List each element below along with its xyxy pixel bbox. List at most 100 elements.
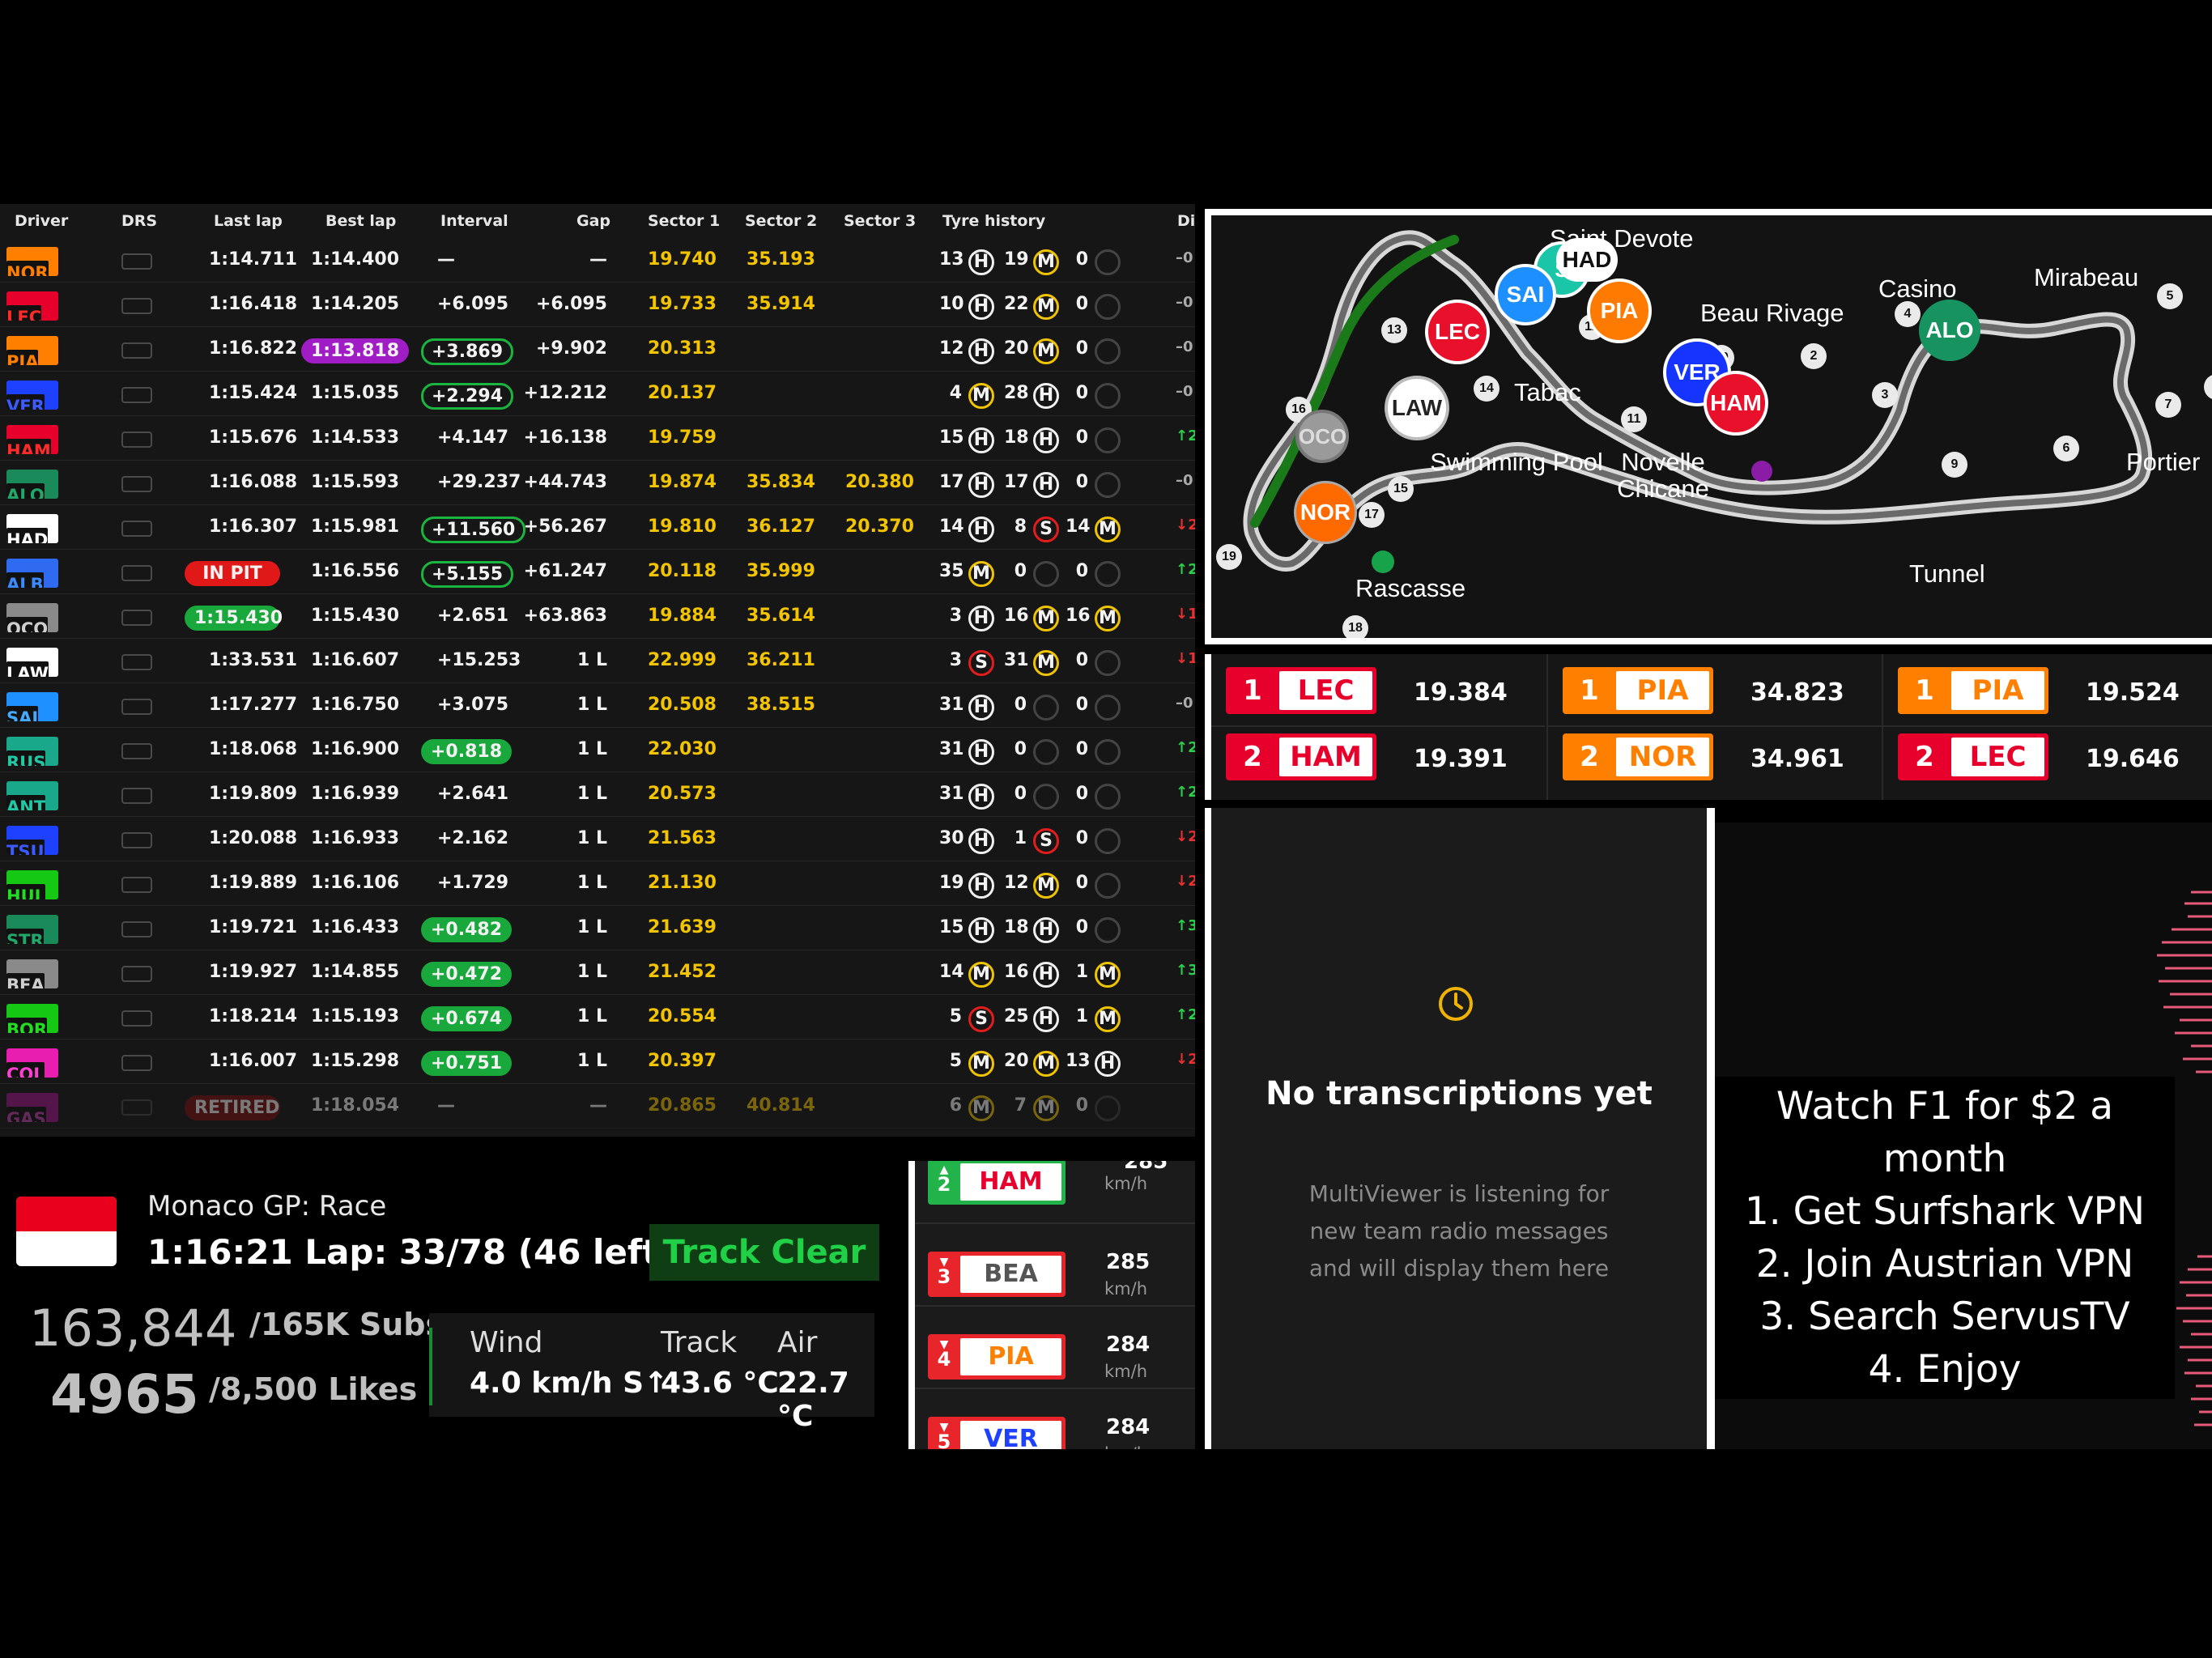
best-lap: 1:16.900 [311,739,400,759]
car-alo[interactable]: ALO [1919,300,1980,361]
driver-badge: ▼ 4 PIA [928,1334,1066,1380]
gap: 1 L [577,828,607,848]
car-pia[interactable]: PIA [1587,278,1652,343]
car-law[interactable]: LAW [1385,376,1449,440]
race-title: Monaco GP: Race [147,1190,387,1222]
driver-badge[interactable]: 7HAD [6,514,58,543]
tyre-laps: 18 [1004,427,1029,448]
speed-trap-row[interactable]: ▼ 3 BEA 285 km/h [915,1224,1195,1307]
table-row[interactable]: 8ALB IN PIT 1:16.556 +5.155 +61.247 20.118 35.… [0,550,1195,594]
col-last-lap[interactable]: Last lap [214,212,283,230]
table-row[interactable]: 11SAI 1:17.277 1:16.750 +3.075 1 L 20.508 38.5… [0,683,1195,728]
table-row[interactable]: 6ALO 1:16.088 1:15.593 +29.237+44.743 19.874… [0,461,1195,505]
driver-badge[interactable]: 6ALO [6,470,58,499]
col-gap[interactable]: Gap [576,212,610,230]
sector1-time: 20.573 [648,784,717,804]
position-delta: ↓1 [1176,650,1195,667]
table-row[interactable]: 10LAW 1:33.531 1:16.607 +15.253 1 L 22.999 36.… [0,639,1195,683]
tyre-laps: 0 [1075,249,1088,270]
speed-trap-row[interactable]: ▼ 4 PIA 284 km/h [915,1307,1195,1389]
driver-badge[interactable]: 9OCO [6,603,58,632]
col-sector2[interactable]: Sector 2 [745,212,817,230]
driver-badge[interactable]: 4VER [6,380,58,410]
sector-leader-second[interactable]: 2 NOR 34.961 [1548,727,1882,800]
sector-leader-second[interactable]: 2 HAM 19.391 [1211,727,1545,800]
table-row[interactable]: 12RUS1:18.0681:16.900+0.8181 L22.03031H0… [0,728,1195,772]
driver-badge[interactable]: 20GAS [6,1093,58,1122]
table-row[interactable]: 20GASRETIRED1:18.054——20.86540.8146M7M0 [0,1084,1195,1129]
interval: +0.482 [421,917,513,942]
driver-badge[interactable]: 17BEA [6,959,58,988]
sector1-time: 20.313 [648,338,717,359]
car-nor[interactable]: NOR [1294,481,1357,544]
col-tyre-history[interactable]: Tyre history [942,212,1045,230]
driver-badge[interactable]: 2LEC [6,291,58,321]
col-interval[interactable]: Interval [440,212,508,230]
sector-leader-first[interactable]: 1 PIA 19.524 [1883,654,2212,727]
driver-badge[interactable]: 11SAI [6,692,58,721]
radio-empty-body: MultiViewer is listening for new team ra… [1308,1180,1610,1282]
drs-indicator [121,1010,152,1027]
turn-9: 9 [1942,452,1967,478]
turn-17: 17 [1359,502,1385,528]
col-best-lap[interactable]: Best lap [325,212,396,230]
drs-indicator [121,476,152,492]
col-sector1[interactable]: Sector 1 [648,212,720,230]
table-row[interactable]: 9OCO 1:15.430 1:15.430 +2.651 +63.863 19.884 3… [0,594,1195,639]
best-lap: 1:16.750 [311,695,400,715]
driver-badge[interactable]: 5HAM [6,425,58,454]
driver-badge[interactable]: 14TSU [6,826,58,855]
best-lap: 1:15.981 [311,517,400,537]
driver-badge[interactable]: 3PIA [6,336,58,365]
gap: 1 L [577,873,607,893]
tyre-compound-icon [1033,561,1059,587]
tyre-compound-icon [1033,784,1059,810]
tyre-laps: 0 [1075,472,1088,492]
col-sector3[interactable]: Sector 3 [844,212,916,230]
gap: 1 L [577,695,607,715]
turn-13: 13 [1381,317,1407,343]
table-row[interactable]: 7HAD 1:16.307 1:15.981 +11.560+56.267 19.810… [0,505,1195,550]
table-row[interactable]: 4VER 1:15.424 1:15.035 +2.294 +12.212 20.137 4… [0,372,1195,416]
table-row[interactable]: 15HUL 1:19.889 1:16.106 +1.729 1 L 21.130 19H1… [0,861,1195,906]
last-lap: 1:20.088 [209,828,298,848]
driver-badge[interactable]: 16STR [6,915,58,944]
driver-badge[interactable]: 19COL [6,1048,58,1078]
driver-badge[interactable]: 13ANT [6,781,58,810]
driver-badge[interactable]: 1NOR [6,247,58,276]
table-row[interactable]: 17BEA1:19.9271:14.855+0.4721 L21.45214M1… [0,950,1195,995]
table-row[interactable]: 13ANT1:19.8091:16.939+2.6411 L20.57331H0… [0,772,1195,817]
driver-badge[interactable]: 12RUS [6,737,58,766]
gap: +63.863 [523,606,607,626]
table-row[interactable]: 2LEC 1:16.418 1:14.205 +6.095 +6.095 19.733 35… [0,283,1195,327]
col-extra[interactable]: Di [1177,212,1195,230]
sector-leader-second[interactable]: 2 LEC 19.646 [1883,727,2212,800]
driver-badge[interactable]: 18BOR [6,1004,58,1033]
sector-leader-first[interactable]: 1 LEC 19.384 [1211,654,1545,727]
table-row[interactable]: 18BOR 1:18.214 1:15.193 +0.674 1 L 20.554 5S 25… [0,995,1195,1039]
driver-badge[interactable]: 8ALB [6,559,58,588]
table-row[interactable]: 16STR1:19.7211:16.433+0.4821 L21.63915H1… [0,906,1195,950]
drs-indicator [121,699,152,715]
car-ham[interactable]: HAM [1704,371,1768,436]
last-lap: 1:16.822 [209,338,298,359]
speed-trap-row[interactable]: ▲ 2 HAM km/h [915,1161,1195,1224]
position-delta: –0 [1176,383,1193,400]
col-drs[interactable]: DRS [121,212,157,230]
col-driver[interactable]: Driver [15,212,68,230]
sector-leader-first[interactable]: 1 PIA 34.823 [1548,654,1882,727]
car-oco[interactable]: OCO [1295,410,1349,463]
table-row[interactable]: 1NOR 1:14.711 1:14.400 — — 19.740 35.193 13H 19M… [0,238,1195,283]
table-row[interactable]: 14TSU 1:20.088 1:16.933 +2.162 1 L 21.563 30H1… [0,817,1195,861]
driver-badge[interactable]: 15HUL [6,870,58,899]
table-row[interactable]: 3PIA 1:16.8221:13.818 +3.869 +9.902 20.313 12… [0,327,1195,372]
car-lec[interactable]: LEC [1425,300,1490,364]
promo-line: Watch F1 for $2 a month [1776,1084,2114,1181]
driver-badge[interactable]: 10LAW [6,648,58,677]
speed-trap-row[interactable]: ▼5 VER 284 km/h [915,1389,1195,1449]
table-row[interactable]: 5HAM 1:15.676 1:14.533 +4.147 +16.138 19.759 1… [0,416,1195,461]
tyre-compound-icon: H [968,472,994,498]
table-row[interactable]: 19COL1:16.0071:15.298+0.7511 L20.3975M20… [0,1039,1195,1084]
car-had[interactable]: HAD [1556,238,1618,282]
car-sai[interactable]: SAI [1495,264,1556,325]
